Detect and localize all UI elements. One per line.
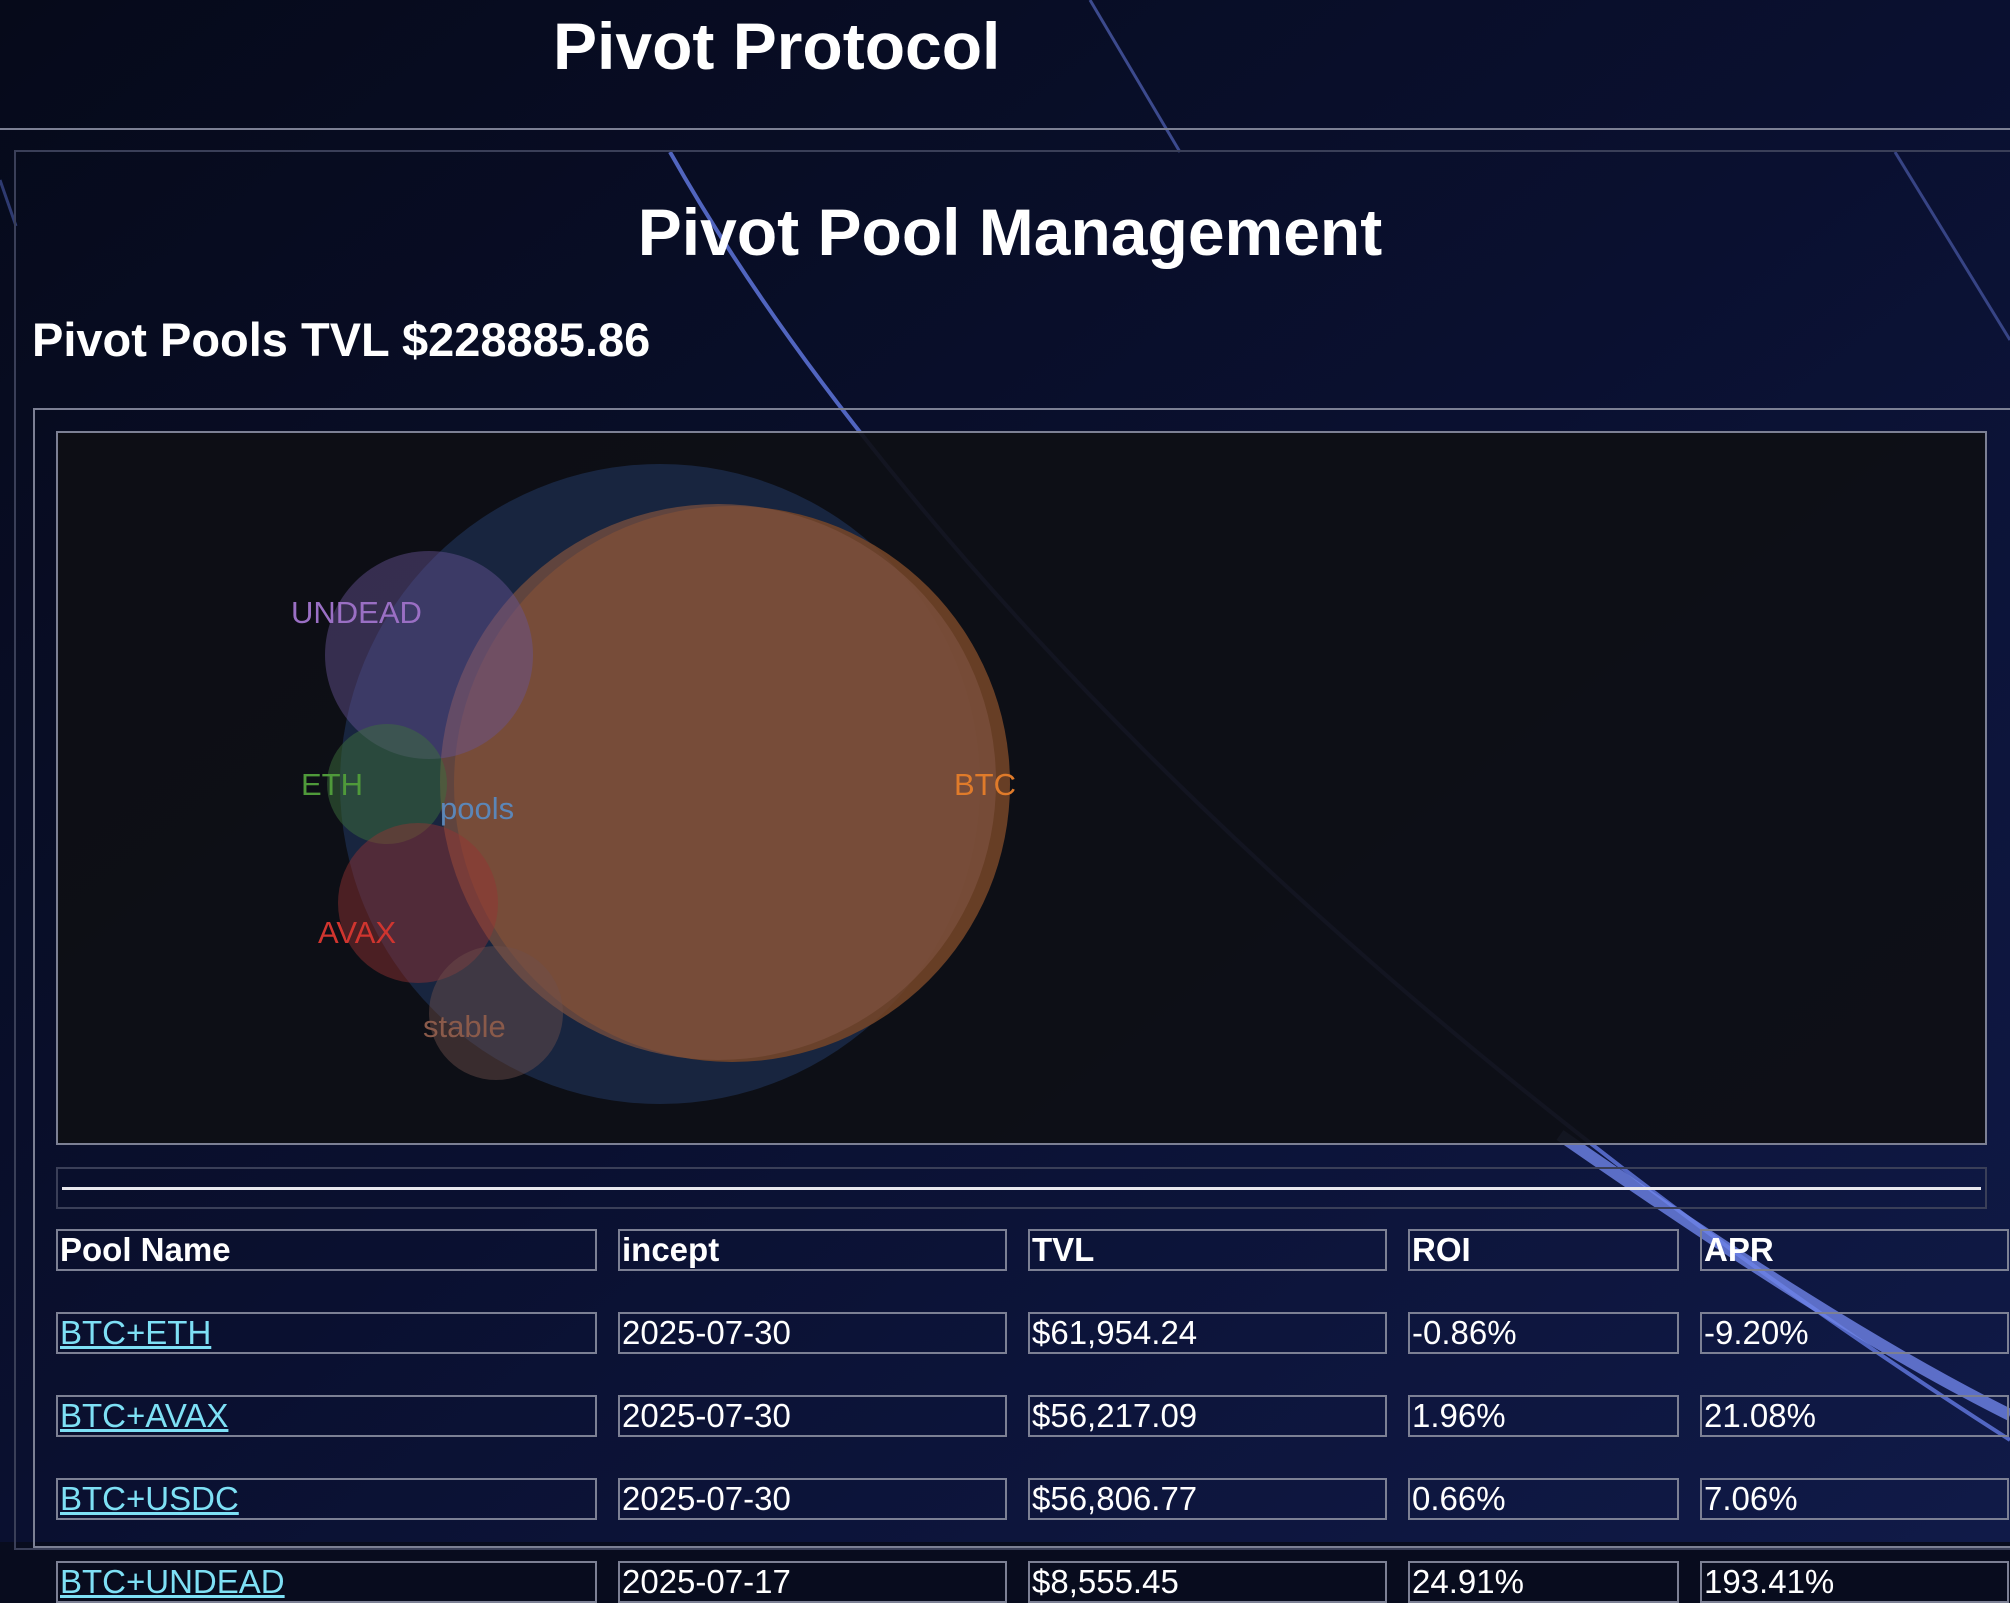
- pool-name-cell: BTC+ETH: [56, 1312, 597, 1354]
- tvl-cell: $56,217.09: [1028, 1395, 1387, 1437]
- bubble-label-pools: pools: [440, 791, 514, 826]
- bubble-label-avax: AVAX: [318, 915, 396, 950]
- app-header: Pivot Protocol: [0, 0, 2010, 130]
- apr-cell: 193.41%: [1700, 1561, 2009, 1603]
- roi-cell: 0.66%: [1408, 1478, 1679, 1520]
- incept-cell: 2025-07-30: [618, 1478, 1007, 1520]
- tvl-summary: Pivot Pools TVL $228885.86: [32, 310, 650, 370]
- pool-link[interactable]: BTC+ETH: [60, 1314, 211, 1351]
- pool-bubble-chart: BTC UNDEAD ETH AVAX stable pools: [56, 431, 1987, 1145]
- tvl-cell: $56,806.77: [1028, 1478, 1387, 1520]
- roi-cell: 24.91%: [1408, 1561, 1679, 1603]
- pool-name-cell: BTC+AVAX: [56, 1395, 597, 1437]
- pool-name-cell: BTC+USDC: [56, 1478, 597, 1520]
- bubble-label-eth: ETH: [301, 767, 363, 802]
- bubble-label-stable: stable: [423, 1009, 506, 1044]
- bubble-label-btc: BTC: [954, 767, 1016, 802]
- pool-name-cell: BTC+UNDEAD: [56, 1561, 597, 1603]
- separator-line: [62, 1187, 1981, 1190]
- table-row: BTC+UNDEAD 2025-07-17 $8,555.45 24.91% 1…: [56, 1561, 2009, 1603]
- column-header-tvl: TVL: [1028, 1229, 1387, 1271]
- chart-separator: [56, 1167, 1987, 1209]
- column-header-apr: APR: [1700, 1229, 2009, 1271]
- table-row: BTC+AVAX 2025-07-30 $56,217.09 1.96% 21.…: [56, 1395, 2009, 1437]
- table-row: BTC+ETH 2025-07-30 $61,954.24 -0.86% -9.…: [56, 1312, 2009, 1354]
- incept-cell: 2025-07-30: [618, 1395, 1007, 1437]
- column-header-pool-name: Pool Name: [56, 1229, 597, 1271]
- tvl-label: Pivot Pools TVL: [32, 313, 389, 366]
- pool-link[interactable]: BTC+AVAX: [60, 1397, 228, 1434]
- tvl-value: $228885.86: [401, 313, 651, 366]
- bubble-undead: [325, 551, 533, 759]
- apr-cell: -9.20%: [1700, 1312, 2009, 1354]
- page-title: Pivot Pool Management: [637, 195, 1383, 269]
- table-row: BTC+USDC 2025-07-30 $56,806.77 0.66% 7.0…: [56, 1478, 2009, 1520]
- apr-cell: 7.06%: [1700, 1478, 2009, 1520]
- incept-cell: 2025-07-30: [618, 1312, 1007, 1354]
- pool-link[interactable]: BTC+USDC: [60, 1480, 239, 1517]
- app-title: Pivot Protocol: [553, 9, 1001, 83]
- pool-link[interactable]: BTC+UNDEAD: [60, 1563, 285, 1600]
- column-header-incept: incept: [618, 1229, 1007, 1271]
- tvl-cell: $8,555.45: [1028, 1561, 1387, 1603]
- roi-cell: -0.86%: [1408, 1312, 1679, 1354]
- roi-cell: 1.96%: [1408, 1395, 1679, 1437]
- incept-cell: 2025-07-17: [618, 1561, 1007, 1603]
- pools-table: Pool Name incept TVL ROI APR BTC+ETH 202…: [56, 1229, 2009, 1603]
- bubble-label-undead: UNDEAD: [291, 595, 422, 630]
- bubble-chart-svg: BTC UNDEAD ETH AVAX stable pools: [291, 464, 1016, 1104]
- table-header-row: Pool Name incept TVL ROI APR: [56, 1229, 2009, 1271]
- apr-cell: 21.08%: [1700, 1395, 2009, 1437]
- column-header-roi: ROI: [1408, 1229, 1679, 1271]
- tvl-cell: $61,954.24: [1028, 1312, 1387, 1354]
